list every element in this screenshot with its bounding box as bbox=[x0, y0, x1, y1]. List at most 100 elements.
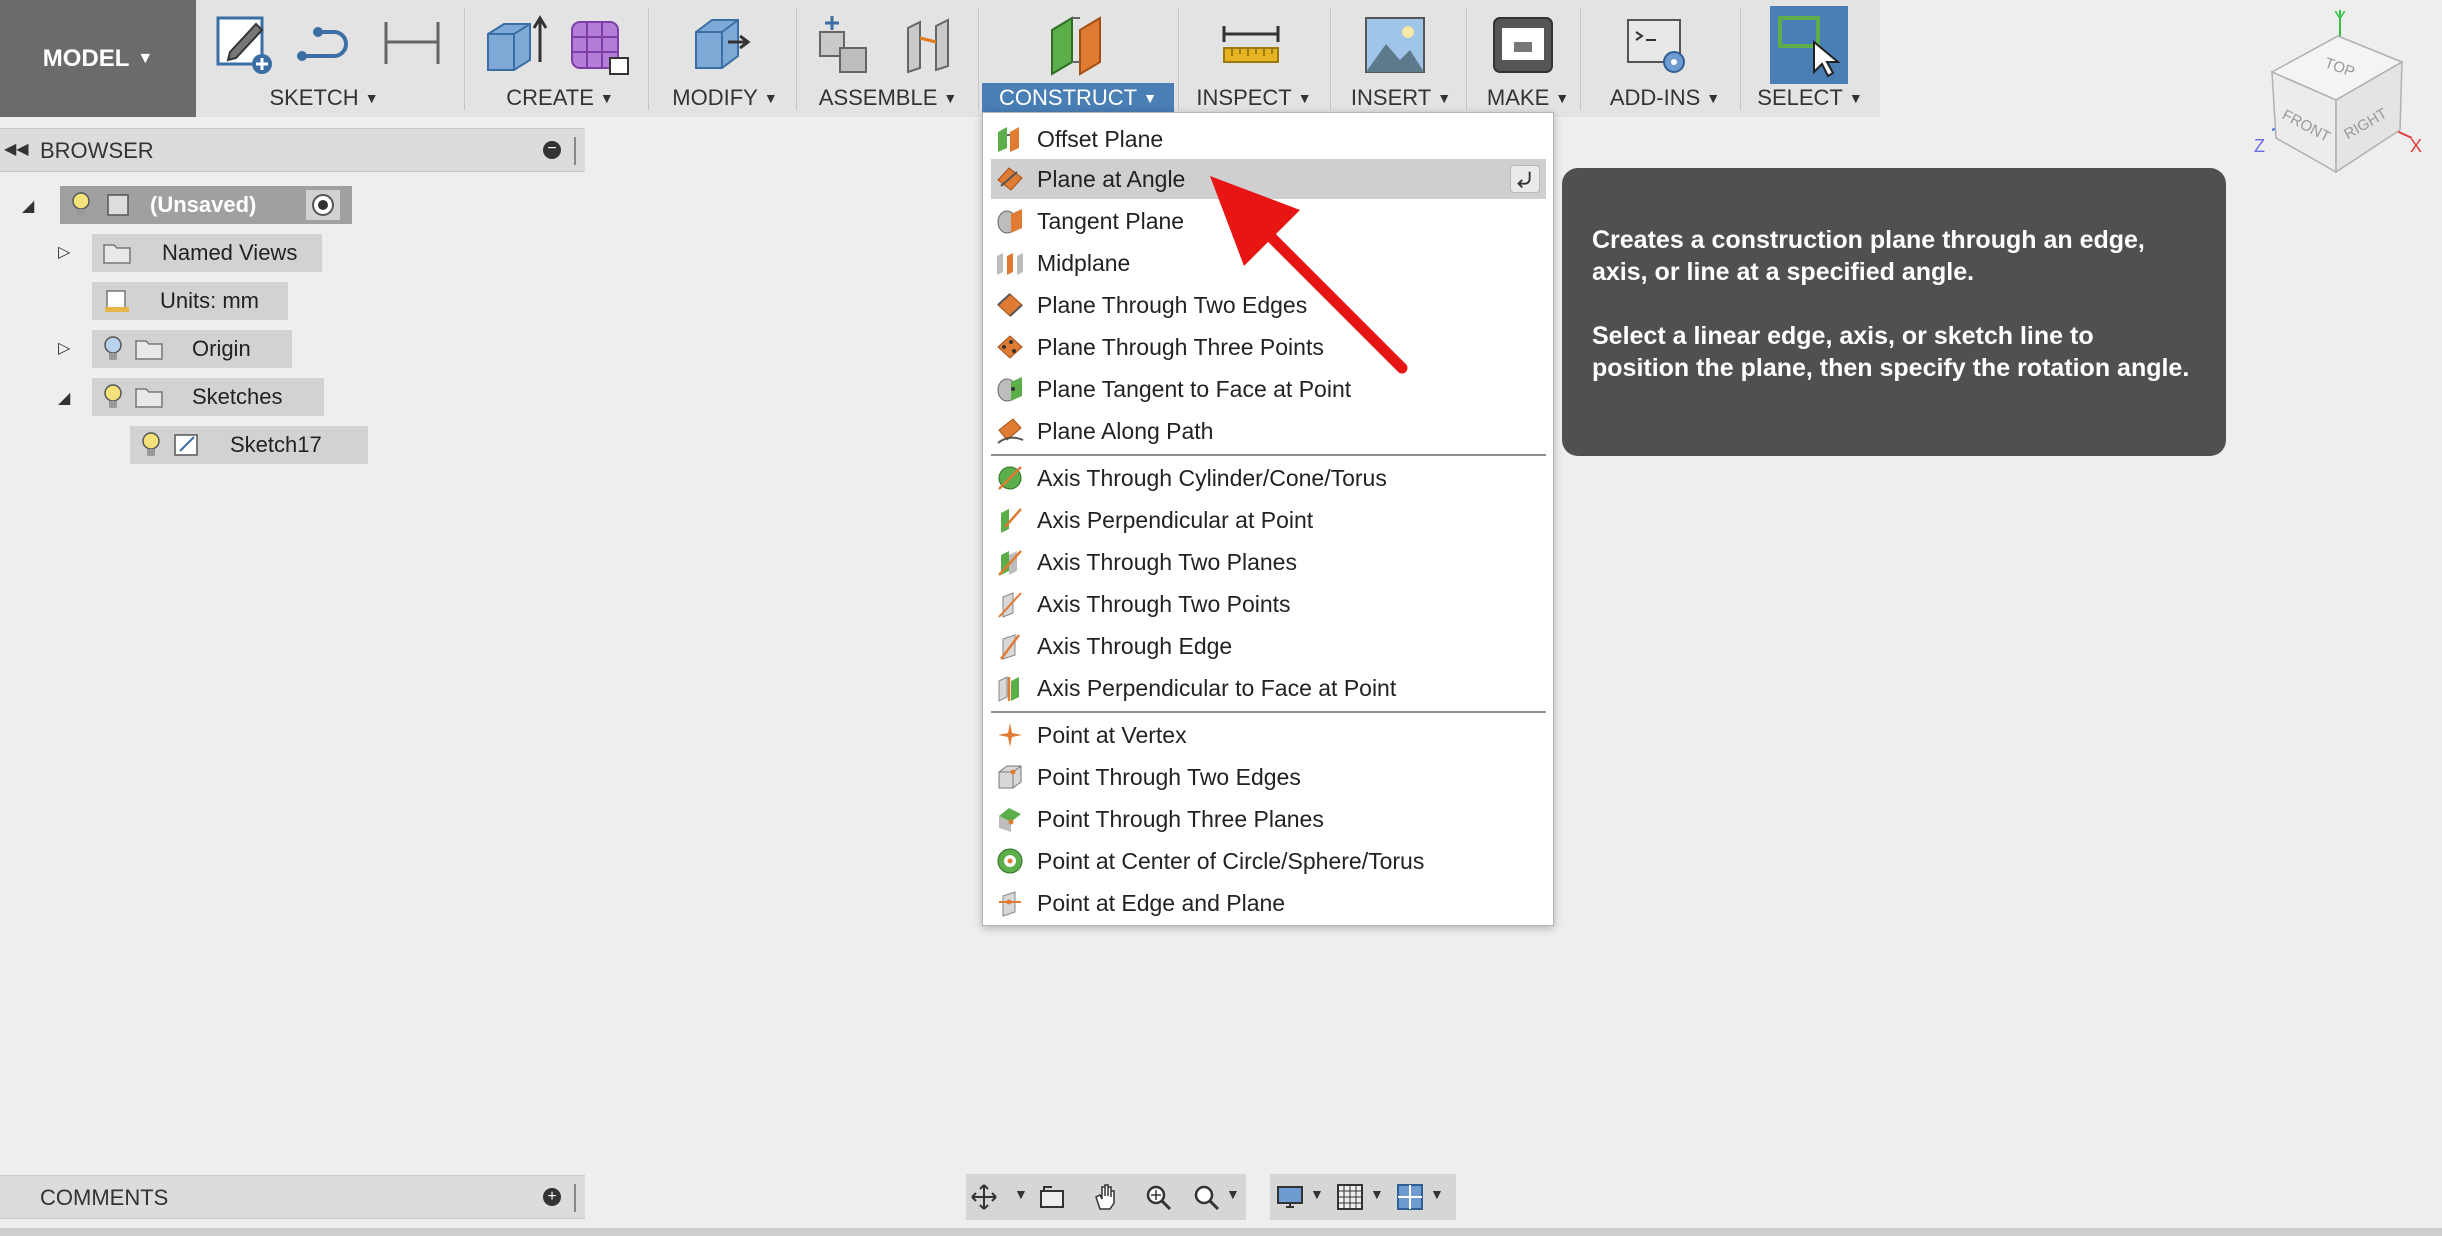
pin-to-toolbar-button[interactable] bbox=[1510, 165, 1540, 193]
point-center-icon bbox=[997, 848, 1023, 874]
folder-icon bbox=[135, 340, 163, 360]
menu-item-point-center[interactable]: Point at Center of Circle/Sphere/Torus bbox=[991, 841, 1546, 881]
timeline-strip bbox=[0, 1228, 2442, 1236]
construct-menu-label: CONSTRUCT bbox=[999, 85, 1138, 110]
expand-triangle-icon[interactable]: ▷ bbox=[58, 242, 70, 262]
browser-item-units[interactable]: Units: mm bbox=[92, 282, 288, 320]
add-comment-icon[interactable]: + bbox=[543, 1188, 561, 1206]
tooltip-description: Creates a construction plane through an … bbox=[1592, 226, 2145, 286]
menu-item-point-three-planes[interactable]: Point Through Three Planes bbox=[991, 799, 1546, 839]
browser-item-origin[interactable]: Origin bbox=[92, 330, 292, 368]
collapse-panel-icon[interactable]: ◀◀ bbox=[4, 139, 29, 159]
menu-item-axis-cylinder[interactable]: Axis Through Cylinder/Cone/Torus bbox=[991, 458, 1546, 498]
menu-item-axis-edge[interactable]: Axis Through Edge bbox=[991, 626, 1546, 666]
menu-item-axis-perp-face[interactable]: Axis Perpendicular to Face at Point bbox=[991, 668, 1546, 708]
line-tool-icon[interactable] bbox=[292, 12, 358, 78]
plane-along-path-icon bbox=[997, 418, 1024, 444]
form-icon[interactable] bbox=[566, 12, 632, 78]
menu-item-label: Tangent Plane bbox=[1037, 207, 1185, 234]
activate-radio[interactable] bbox=[306, 190, 340, 220]
dimension-tool-icon[interactable] bbox=[380, 12, 446, 78]
viewports-icon[interactable] bbox=[1396, 1183, 1424, 1211]
look-at-icon[interactable] bbox=[1038, 1183, 1066, 1211]
select-tool-button[interactable] bbox=[1770, 6, 1848, 84]
tangent-plane-icon bbox=[997, 209, 1022, 234]
create-sketch-icon[interactable] bbox=[212, 12, 278, 78]
measure-icon[interactable] bbox=[1218, 12, 1284, 78]
menu-item-point-two-edges[interactable]: Point Through Two Edges bbox=[991, 757, 1546, 797]
make-menu[interactable]: MAKE ▼ bbox=[1478, 83, 1578, 113]
modify-menu[interactable]: MODIFY ▼ bbox=[662, 83, 788, 113]
toolbar-divider bbox=[1178, 8, 1179, 110]
comments-panel-header[interactable]: COMMENTS + bbox=[0, 1175, 585, 1219]
grid-icon[interactable] bbox=[1336, 1183, 1364, 1211]
collapse-triangle-icon[interactable]: ◢ bbox=[22, 196, 34, 216]
menu-item-plane-along-path[interactable]: Plane Along Path bbox=[991, 411, 1546, 451]
chevron-down-icon[interactable]: ▼ bbox=[1370, 1186, 1384, 1202]
menu-item-label: Plane at Angle bbox=[1037, 165, 1186, 192]
joint-icon[interactable] bbox=[898, 12, 964, 78]
zoom-icon[interactable] bbox=[1144, 1183, 1172, 1211]
radio-dot-icon bbox=[312, 194, 334, 216]
x-axis-label: X bbox=[2410, 136, 2422, 156]
chevron-down-icon[interactable]: ▼ bbox=[1014, 1186, 1028, 1202]
select-menu[interactable]: SELECT ▼ bbox=[1754, 83, 1866, 113]
construct-plane-icon[interactable] bbox=[1046, 12, 1112, 78]
menu-item-label: Axis Perpendicular to Face at Point bbox=[1037, 674, 1397, 701]
collapse-triangle-icon[interactable]: ◢ bbox=[58, 388, 70, 408]
resize-grip[interactable] bbox=[574, 137, 577, 165]
assemble-menu-label: ASSEMBLE bbox=[818, 85, 938, 110]
menu-item-label: Axis Perpendicular at Point bbox=[1037, 506, 1314, 533]
view-cube[interactable]: Y Z X TOP FRONT RIGHT bbox=[2240, 0, 2440, 180]
menu-item-point-edge-plane[interactable]: Point at Edge and Plane bbox=[991, 883, 1546, 923]
chevron-down-icon[interactable]: ▼ bbox=[1226, 1186, 1240, 1202]
menu-item-axis-two-planes[interactable]: Axis Through Two Planes bbox=[991, 542, 1546, 582]
visibility-bulb-icon[interactable] bbox=[70, 191, 92, 219]
menu-item-point-vertex[interactable]: Point at Vertex bbox=[991, 715, 1546, 755]
chevron-down-icon[interactable]: ▼ bbox=[1430, 1186, 1444, 1202]
pan-hand-icon[interactable] bbox=[1092, 1183, 1120, 1211]
chevron-down-icon[interactable]: ▼ bbox=[1310, 1186, 1324, 1202]
sketch-menu[interactable]: SKETCH ▼ bbox=[258, 83, 390, 113]
browser-item-sketches[interactable]: Sketches bbox=[92, 378, 324, 416]
menu-item-offset-plane[interactable]: Offset Plane bbox=[991, 119, 1546, 159]
press-pull-icon[interactable] bbox=[688, 12, 754, 78]
visibility-bulb-icon[interactable] bbox=[102, 383, 124, 411]
menu-item-axis-two-points[interactable]: Axis Through Two Points bbox=[991, 584, 1546, 624]
3d-print-icon[interactable] bbox=[1490, 12, 1556, 78]
scripts-addins-icon[interactable] bbox=[1624, 12, 1690, 78]
menu-item-axis-perpendicular[interactable]: Axis Perpendicular at Point bbox=[991, 500, 1546, 540]
assemble-menu[interactable]: ASSEMBLE ▼ bbox=[812, 83, 964, 113]
chevron-down-icon: ▼ bbox=[1706, 90, 1721, 106]
browser-item-named-views[interactable]: Named Views bbox=[92, 234, 322, 272]
browser-item-sketch17[interactable]: Sketch17 bbox=[130, 426, 368, 464]
toolbar-divider bbox=[796, 8, 797, 110]
browser-panel-header[interactable]: ◀◀ BROWSER − bbox=[0, 128, 585, 172]
zoom-window-icon[interactable] bbox=[1192, 1183, 1220, 1211]
create-menu[interactable]: CREATE ▼ bbox=[490, 83, 630, 113]
resize-grip[interactable] bbox=[574, 1184, 577, 1212]
chevron-down-icon: ▼ bbox=[364, 90, 379, 106]
create-menu-label: CREATE bbox=[506, 85, 594, 110]
toolbar-divider bbox=[1740, 8, 1741, 110]
orbit-icon[interactable] bbox=[970, 1183, 998, 1211]
display-settings-icon[interactable] bbox=[1276, 1183, 1304, 1211]
construct-menu[interactable]: CONSTRUCT ▼ bbox=[982, 83, 1174, 113]
insert-menu[interactable]: INSERT ▼ bbox=[1344, 83, 1458, 113]
offset-plane-icon bbox=[998, 127, 1019, 152]
chevron-down-icon: ▼ bbox=[943, 90, 958, 106]
addins-menu[interactable]: ADD-INS ▼ bbox=[1598, 83, 1732, 113]
new-component-icon[interactable] bbox=[812, 12, 878, 78]
insert-image-icon[interactable] bbox=[1362, 12, 1428, 78]
folder-icon bbox=[135, 388, 163, 408]
visibility-bulb-icon[interactable] bbox=[140, 431, 162, 459]
select-menu-label: SELECT bbox=[1757, 85, 1843, 110]
expand-triangle-icon[interactable]: ▷ bbox=[58, 338, 70, 358]
workspace-switcher-button[interactable]: MODEL ▼ bbox=[0, 0, 196, 117]
extrude-icon[interactable] bbox=[482, 12, 548, 78]
visibility-bulb-icon[interactable] bbox=[102, 335, 124, 363]
tooltip-instructions: Select a linear edge, axis, or sketch li… bbox=[1592, 322, 2190, 382]
minimize-icon[interactable]: − bbox=[543, 141, 561, 159]
browser-item-label: Units: mm bbox=[160, 288, 259, 313]
inspect-menu[interactable]: INSPECT ▼ bbox=[1190, 83, 1318, 113]
